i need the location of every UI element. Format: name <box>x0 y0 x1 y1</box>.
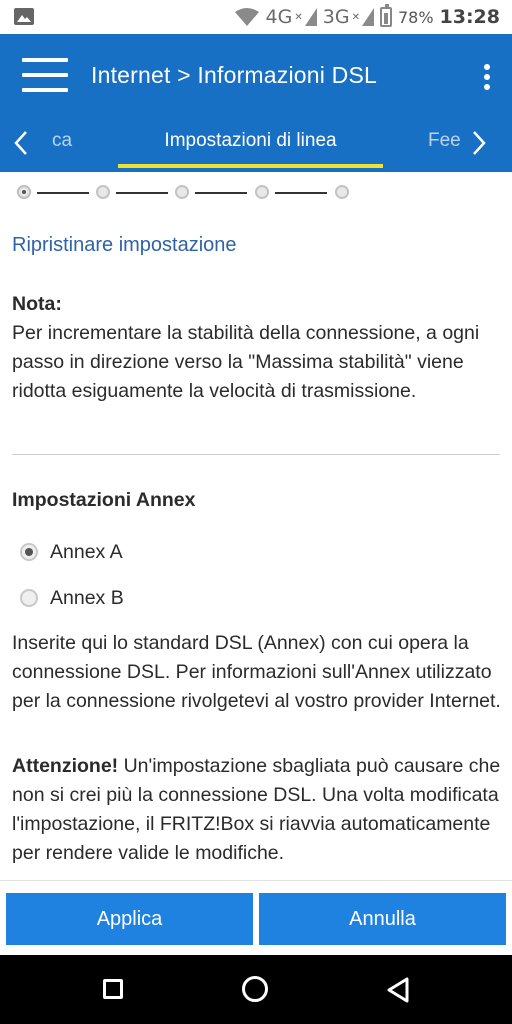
network-1-label: 4G <box>265 6 293 28</box>
stepper-line <box>37 192 89 194</box>
cancel-button[interactable]: Annulla <box>259 893 506 945</box>
warning-label: Attenzione! <box>12 755 119 777</box>
stepper-step[interactable] <box>96 185 110 199</box>
action-bar: Applica Annulla <box>0 880 512 956</box>
note-heading: Nota: <box>12 293 62 315</box>
clock: 13:28 <box>439 6 500 28</box>
wifi-icon <box>234 8 259 26</box>
reset-settings-link[interactable]: Ripristinare impostazione <box>12 234 237 257</box>
signal-3g-icon: 3G ✕ <box>323 6 374 28</box>
divider <box>12 454 500 455</box>
battery-percent: 78% <box>397 7 434 27</box>
tab-previous[interactable]: ca <box>52 130 72 152</box>
apply-button[interactable]: Applica <box>6 893 253 945</box>
image-icon <box>14 8 34 25</box>
annex-heading: Impostazioni Annex <box>12 489 196 511</box>
tab-next[interactable]: Fee <box>428 130 462 152</box>
radio-annex-b[interactable] <box>20 589 38 607</box>
note-body: Per incrementare la stabilità della conn… <box>12 322 480 402</box>
stepper-step[interactable] <box>175 185 189 199</box>
stepper-step[interactable] <box>255 185 269 199</box>
stepper-step[interactable] <box>335 185 349 199</box>
status-right: 4G ✕ 3G ✕ 78% 13:28 <box>234 4 500 29</box>
recent-apps-icon[interactable] <box>103 979 123 999</box>
annex-b-label: Annex B <box>50 586 124 609</box>
status-bar: 4G ✕ 3G ✕ 78% 13:28 <box>0 0 512 34</box>
chevron-right-icon[interactable] <box>472 130 496 160</box>
more-options-icon[interactable] <box>482 64 492 92</box>
radio-annex-a[interactable] <box>20 543 38 561</box>
tab-line-settings[interactable]: Impostazioni di linea <box>118 130 383 152</box>
home-icon[interactable] <box>242 976 268 1002</box>
stepper-line <box>116 192 168 194</box>
network-2-label: 3G <box>322 6 350 28</box>
annex-description: Inserite qui lo standard DSL (Annex) con… <box>12 632 501 712</box>
stepper-step[interactable] <box>17 185 31 199</box>
battery-icon <box>379 4 392 27</box>
page-title: Internet > Informazioni DSL <box>91 62 378 88</box>
app-bar: Internet > Informazioni DSL ca Impostazi… <box>0 34 512 172</box>
system-nav-bar <box>0 955 512 1024</box>
chevron-left-icon[interactable] <box>14 130 38 160</box>
annex-a-label: Annex A <box>50 540 123 563</box>
back-icon[interactable] <box>385 976 413 1004</box>
stepper-line <box>275 192 327 194</box>
menu-icon[interactable] <box>22 56 68 94</box>
tab-bar: ca Impostazioni di linea Fee <box>0 124 512 172</box>
annex-a-option[interactable]: Annex A <box>20 537 123 567</box>
annex-b-option[interactable]: Annex B <box>20 583 124 613</box>
active-tab-indicator <box>118 164 383 168</box>
annex-warning: Attenzione! Un'impostazione sbagliata pu… <box>12 752 504 868</box>
signal-4g-icon: 4G ✕ <box>266 6 317 28</box>
stepper-line <box>195 192 247 194</box>
